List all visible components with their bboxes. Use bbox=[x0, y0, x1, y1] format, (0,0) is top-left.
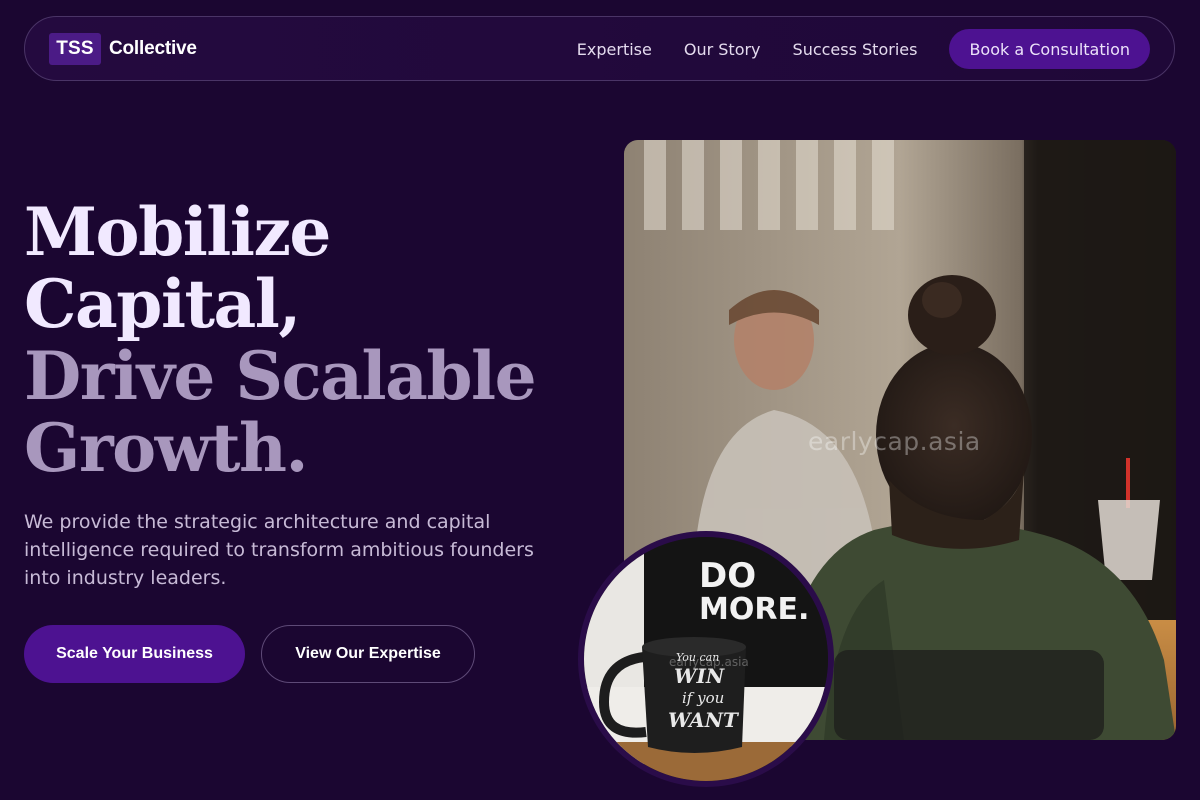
headline-line-2: Capital, bbox=[24, 265, 301, 343]
view-our-expertise-button[interactable]: View Our Expertise bbox=[261, 625, 475, 683]
brand-logo[interactable]: TSS Collective bbox=[49, 33, 197, 65]
book-consultation-button[interactable]: Book a Consultation bbox=[949, 29, 1150, 69]
sign-text-more: MORE. bbox=[699, 592, 809, 627]
scale-your-business-button[interactable]: Scale Your Business bbox=[24, 625, 245, 683]
hero-subtext: We provide the strategic architecture an… bbox=[24, 511, 534, 589]
top-navigation-bar: TSS Collective Expertise Our Story Succe… bbox=[24, 16, 1175, 81]
headline-line-3: Drive Scalable bbox=[24, 337, 537, 415]
mug-text-if-you: if you bbox=[682, 689, 724, 707]
headline-line-1: Mobilize bbox=[24, 193, 331, 271]
inset-mug-photo: DO MORE. You can WIN if you WANT earlyca… bbox=[584, 537, 828, 781]
nav-link-success-stories[interactable]: Success Stories bbox=[793, 40, 918, 59]
inset-watermark: earlycap.asia bbox=[669, 655, 749, 669]
nav-link-our-story[interactable]: Our Story bbox=[684, 40, 761, 59]
hero-headline: Mobilize Capital, Drive Scalable Growth. bbox=[24, 193, 537, 487]
nav-link-expertise[interactable]: Expertise bbox=[577, 40, 652, 59]
sign-text-do: DO bbox=[699, 556, 756, 596]
mug-text-want: WANT bbox=[668, 708, 740, 732]
headline-line-4: Growth. bbox=[24, 409, 308, 487]
brand-name: Collective bbox=[109, 38, 197, 59]
nav-links: Expertise Our Story Success Stories Book… bbox=[577, 29, 1150, 69]
brand-mark: TSS bbox=[49, 33, 101, 65]
photo-watermark: earlycap.asia bbox=[808, 427, 981, 456]
